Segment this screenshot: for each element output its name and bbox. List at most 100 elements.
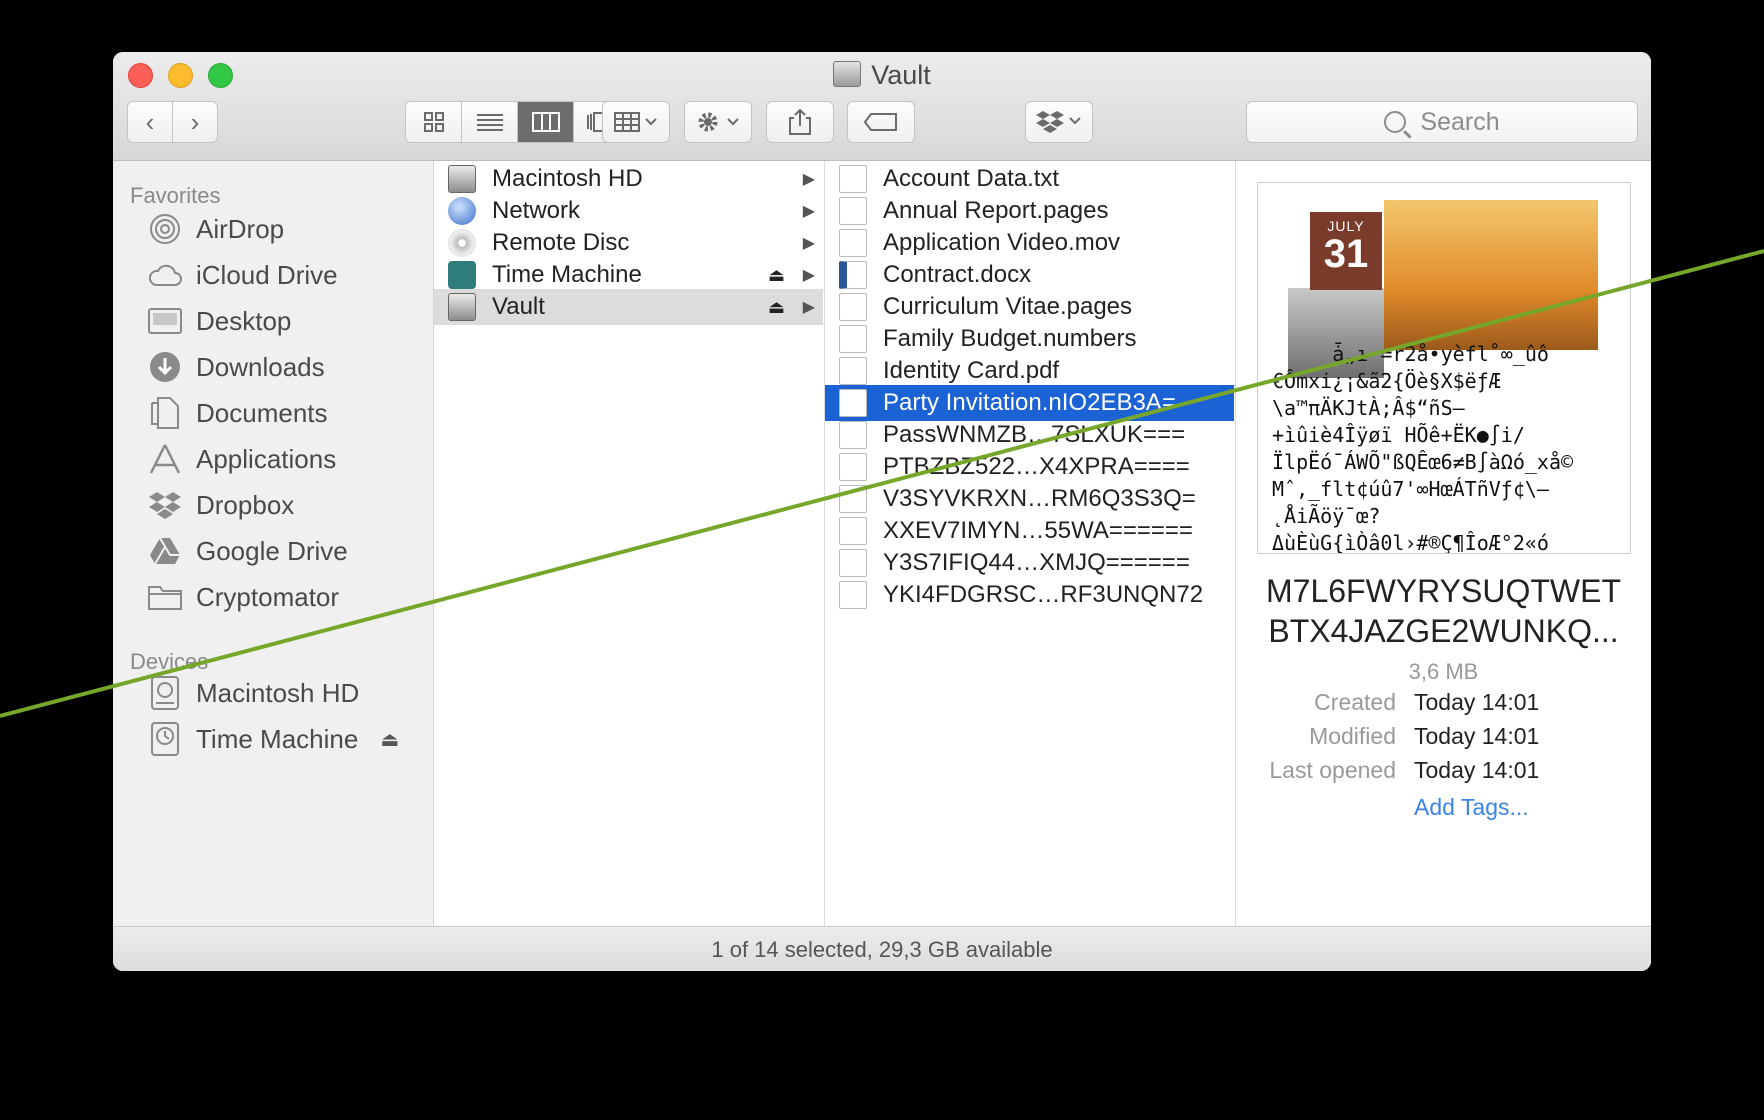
sidebar-item-label: Documents [196,397,328,428]
column-vault-files: Account Data.txt Annual Report.pages App… [825,161,1236,926]
numbers-file-icon [839,325,867,353]
list-item-file[interactable]: V3SYVKRXN…RM6Q3S3Q= [825,481,1234,517]
status-bar: 1 of 14 selected, 29,3 GB available [113,926,1651,971]
list-item-file-selected[interactable]: Party Invitation.nIO2EB3A= [825,385,1234,421]
list-item-network[interactable]: Network ▶ [434,193,823,229]
share-button[interactable] [766,101,834,143]
icon-view-button[interactable] [406,102,462,142]
item-label: Time Machine [492,261,642,288]
harddrive-icon [148,676,182,710]
sidebar-item-google-drive[interactable]: Google Drive [148,529,348,573]
sidebar-item-documents[interactable]: Documents [148,391,328,435]
desktop-icon [148,305,182,337]
sidebar-item-downloads[interactable]: Downloads [148,345,325,389]
network-globe-icon [448,197,476,225]
sidebar-item-applications[interactable]: Applications [148,437,336,481]
sidebar: Favorites AirDrop iCloud Drive Desktop D… [113,161,434,926]
list-item-file[interactable]: Contract.docx [825,257,1234,293]
add-tags-link[interactable]: Add Tags... [1414,794,1529,821]
sidebar-item-time-machine[interactable]: Time Machine ⏏ [148,717,399,761]
filename-line: BTX4JAZGE2WUNKQ... [1268,613,1619,649]
sidebar-item-icloud-drive[interactable]: iCloud Drive [148,253,338,297]
list-item-file[interactable]: PTBZBZ522…X4XPRA==== [825,449,1234,485]
preview-thumbnail: JULY 31 ǡ„ı =r2å•yèfl˚∞_ûô €Ômxi¿¡&ã2{Öè… [1257,182,1631,554]
list-view-button[interactable] [462,102,518,142]
list-item-file[interactable]: Y3S7IFIQ44…XMJQ====== [825,545,1234,581]
list-item-file[interactable]: XXEV7IMYN…55WA====== [825,513,1234,549]
forward-button[interactable]: › [172,101,218,143]
dropbox-button[interactable] [1025,101,1093,143]
column-view-button[interactable] [518,102,574,142]
list-item-file[interactable]: YKI4FDGRSC…RF3UNQN72 [825,577,1234,613]
sidebar-item-label: Time Machine [196,723,359,754]
search-field[interactable]: Search [1246,101,1638,143]
list-item-file[interactable]: Identity Card.pdf [825,353,1234,389]
list-item-vault[interactable]: Vault ⏏ ▶ [434,289,823,325]
list-item-file[interactable]: Account Data.txt [825,161,1234,197]
item-label: Remote Disc [492,229,630,256]
list-item-remote-disc[interactable]: Remote Disc ▶ [434,225,823,261]
item-label: PTBZBZ522…X4XPRA==== [883,453,1190,480]
garbled-content: ǡ„ı =r2å•yèfl˚∞_ûô €Ômxi¿¡&ã2{Öè§X$ëƒÆ \… [1272,342,1574,554]
sidebar-item-label: iCloud Drive [196,259,338,290]
sidebar-item-label: Desktop [196,305,292,336]
calendar-month: JULY [1327,218,1365,234]
gear-icon [698,112,739,132]
list-item-file[interactable]: Curriculum Vitae.pages [825,289,1234,325]
blank-file-icon [839,453,867,481]
item-label: Contract.docx [883,261,1032,288]
disclosure-arrow-icon: ▶ [802,267,815,284]
tag-button[interactable] [847,101,915,143]
list-item-file[interactable]: Application Video.mov [825,225,1234,261]
arrange-button[interactable] [602,101,670,143]
documents-icon [148,397,182,429]
item-label: Application Video.mov [883,229,1121,256]
sidebar-item-label: Google Drive [196,535,348,566]
eject-icon[interactable]: ⏏ [380,727,399,752]
sidebar-item-desktop[interactable]: Desktop [148,299,291,343]
sidebar-item-dropbox[interactable]: Dropbox [148,483,294,527]
list-view-icon [476,114,503,131]
column-view-icon [531,112,560,132]
image-file-icon [839,421,867,449]
modified-label: Modified [1309,723,1396,749]
sidebar-item-label: Dropbox [196,489,295,520]
vault-drive-icon [448,293,476,321]
item-label: V3SYVKRXN…RM6Q3S3Q= [883,485,1196,512]
icon-view-icon [423,112,444,132]
eject-icon[interactable]: ⏏ [768,297,785,318]
list-item-file[interactable]: Annual Report.pages [825,193,1234,229]
favorites-header: Favorites [130,183,221,208]
blank-file-icon [839,549,867,577]
google-drive-icon [148,535,182,567]
dropbox-icon [1036,111,1081,133]
last-opened-value: Today 14:01 [1414,757,1540,783]
beach-photo [1384,200,1598,350]
list-item-file[interactable]: PassWNMZB…7SLXUK=== [825,417,1234,453]
applications-icon [148,443,182,475]
downloads-icon [148,351,182,383]
time-machine-icon [448,261,476,289]
search-placeholder: Search [1420,107,1500,136]
item-label: Curriculum Vitae.pages [883,293,1133,320]
list-item-file[interactable]: Family Budget.numbers [825,321,1234,357]
status-text: 1 of 14 selected, 29,3 GB available [711,936,1053,962]
window-title: Vault [113,60,1651,91]
back-button[interactable]: ‹ [127,101,173,143]
calendar-badge: JULY 31 [1310,212,1382,290]
eject-icon[interactable]: ⏏ [768,265,785,286]
list-item-time-machine[interactable]: Time Machine ⏏ ▶ [434,257,823,293]
sidebar-item-airdrop[interactable]: AirDrop [148,207,284,251]
disc-icon [448,229,476,257]
action-gear-button[interactable] [684,101,752,143]
list-item-macintosh-hd[interactable]: Macintosh HD ▶ [434,161,823,197]
sidebar-item-macintosh-hd[interactable]: Macintosh HD [148,671,359,715]
item-label: Vault [492,293,545,320]
finder-window: Vault ‹ › Search Favorites AirDrop iClou… [113,52,1651,971]
sidebar-item-label: Macintosh HD [196,677,360,708]
blank-file-icon [839,485,867,513]
harddrive-icon [448,165,476,193]
cloud-icon [148,259,182,291]
created-label: Created [1314,689,1396,715]
sidebar-item-cryptomator[interactable]: Cryptomator [148,575,339,619]
